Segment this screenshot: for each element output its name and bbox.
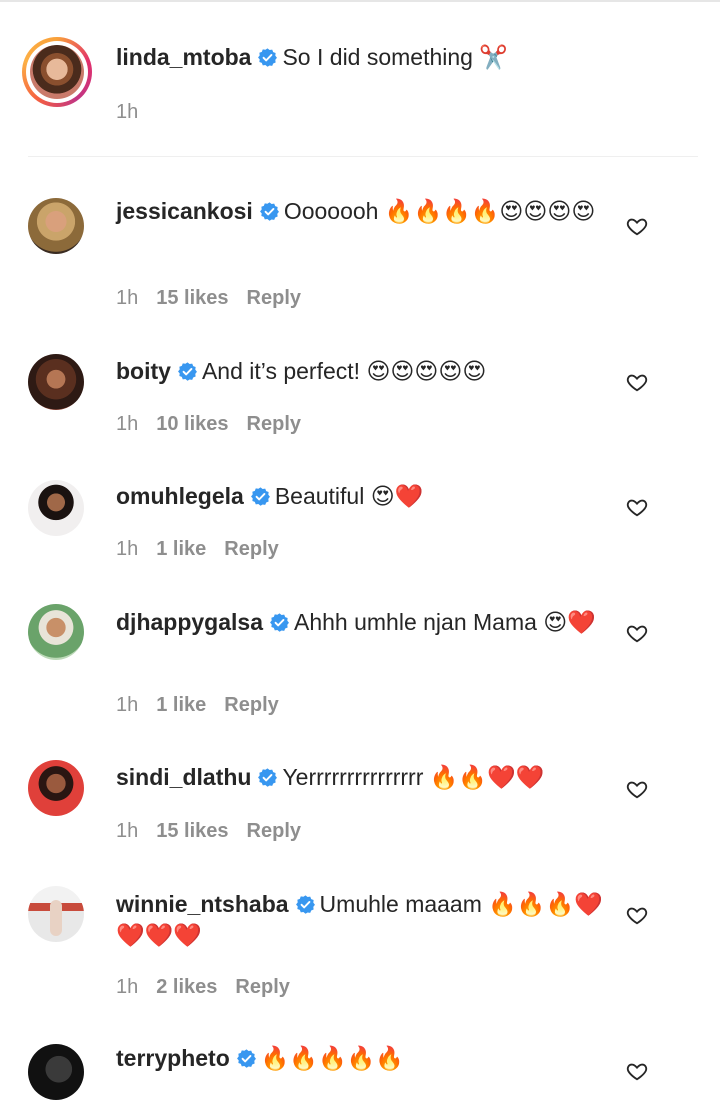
comment-username[interactable]: djhappygalsa	[116, 609, 263, 635]
comment-emojis: 😍❤️	[543, 609, 596, 635]
likes-count[interactable]: 2 likes	[156, 976, 217, 998]
comment-text-line: boity And it’s perfect! 😍😍😍😍😍	[116, 356, 606, 387]
caption-text: So I did something	[282, 44, 473, 70]
comment-emojis: 😍😍😍😍😍	[366, 358, 487, 384]
caption-time: 1h	[116, 101, 139, 123]
likes-count[interactable]: 1 like	[156, 538, 206, 560]
comment-time: 1h	[116, 538, 139, 560]
comment-meta: 1h 1 like Reply	[116, 693, 279, 717]
post-caption: linda_mtoba So I did something ✂️ 1h	[0, 0, 720, 158]
heart-outline-icon[interactable]	[626, 1060, 648, 1082]
caption-username[interactable]: linda_mtoba	[116, 44, 251, 70]
avatar[interactable]	[28, 480, 84, 536]
comment-text: Umuhle maaam	[319, 891, 482, 917]
comment-meta: 1h 15 likes Reply	[116, 819, 301, 843]
avatar[interactable]	[28, 760, 84, 816]
avatar[interactable]	[28, 1044, 84, 1100]
caption-meta: 1h	[116, 100, 138, 124]
divider	[28, 156, 698, 157]
avatar[interactable]	[28, 354, 84, 410]
verified-badge-icon	[258, 48, 278, 67]
verified-badge-icon	[250, 487, 270, 506]
comment-text-line: jessicankosi Ooooooh 🔥🔥🔥🔥😍😍😍😍	[116, 196, 606, 227]
comment-username[interactable]: winnie_ntshaba	[116, 891, 289, 917]
comment-time: 1h	[116, 820, 139, 842]
comment-text-line: terrypheto 🔥🔥🔥🔥🔥	[116, 1043, 606, 1074]
heart-outline-icon[interactable]	[626, 496, 648, 518]
heart-outline-icon[interactable]	[626, 371, 648, 393]
likes-count[interactable]: 15 likes	[156, 820, 228, 842]
comment-text-line: omuhlegela Beautiful 😍❤️	[116, 481, 606, 512]
comment-username[interactable]: boity	[116, 358, 171, 384]
comment-text: Beautiful	[274, 483, 365, 509]
story-ring[interactable]	[22, 37, 92, 107]
likes-count[interactable]: 15 likes	[156, 287, 228, 309]
comment-meta: 1h 2 likes Reply	[116, 975, 290, 999]
reply-button[interactable]: Reply	[247, 287, 301, 309]
comment-meta: 1h 15 likes Reply	[116, 286, 301, 310]
comment-emojis: 🔥🔥❤️❤️	[429, 764, 545, 790]
verified-badge-icon	[259, 202, 279, 221]
verified-badge-icon	[270, 613, 289, 632]
heart-outline-icon[interactable]	[626, 904, 648, 926]
comment-username[interactable]: terrypheto	[116, 1045, 230, 1071]
verified-badge-icon	[295, 895, 315, 914]
comment-meta: 1h 1 like Reply	[116, 537, 279, 561]
comment-time: 1h	[116, 413, 139, 435]
comment-emojis: 🔥🔥🔥🔥😍😍😍😍	[384, 198, 596, 224]
scissors-emoji: ✂️	[479, 44, 509, 70]
comment-time: 1h	[116, 694, 139, 716]
verified-badge-icon	[258, 768, 278, 787]
comment-emojis: 😍❤️	[370, 483, 424, 509]
comment-username[interactable]: sindi_dlathu	[116, 764, 251, 790]
heart-outline-icon[interactable]	[626, 778, 648, 800]
heart-outline-icon[interactable]	[626, 622, 648, 644]
comment-text: Ahhh umhle njan Mama	[293, 609, 537, 635]
likes-count[interactable]: 1 like	[156, 694, 206, 716]
comment-text-line: winnie_ntshaba Umuhle maaam 🔥🔥🔥❤️❤️❤️❤️	[116, 889, 606, 951]
comment-text: Ooooooh	[283, 198, 379, 224]
comment-text-line: djhappygalsa Ahhh umhle njan Mama 😍❤️	[116, 607, 606, 638]
reply-button[interactable]: Reply	[235, 976, 289, 998]
caption-text-line: linda_mtoba So I did something ✂️	[116, 42, 606, 73]
comment-emojis: 🔥🔥🔥🔥🔥	[260, 1045, 404, 1071]
verified-badge-icon	[178, 362, 197, 381]
reply-button[interactable]: Reply	[247, 820, 301, 842]
heart-outline-icon[interactable]	[626, 215, 648, 237]
reply-button[interactable]: Reply	[224, 538, 278, 560]
comment-username[interactable]: jessicankosi	[116, 198, 253, 224]
comment-time: 1h	[116, 976, 139, 998]
avatar[interactable]	[28, 198, 84, 254]
avatar	[30, 45, 84, 99]
avatar[interactable]	[28, 604, 84, 660]
comment-text: Yerrrrrrrrrrrrrrr	[282, 764, 424, 790]
avatar[interactable]	[28, 886, 84, 942]
comment-time: 1h	[116, 287, 139, 309]
verified-badge-icon	[236, 1049, 256, 1068]
likes-count[interactable]: 10 likes	[156, 413, 228, 435]
comment-text-line: sindi_dlathu Yerrrrrrrrrrrrrrr 🔥🔥❤️❤️	[116, 762, 606, 793]
comment-meta: 1h 10 likes Reply	[116, 412, 301, 436]
comment-text: And it’s perfect!	[201, 358, 361, 384]
comment-username[interactable]: omuhlegela	[116, 483, 244, 509]
reply-button[interactable]: Reply	[247, 413, 301, 435]
reply-button[interactable]: Reply	[224, 694, 278, 716]
